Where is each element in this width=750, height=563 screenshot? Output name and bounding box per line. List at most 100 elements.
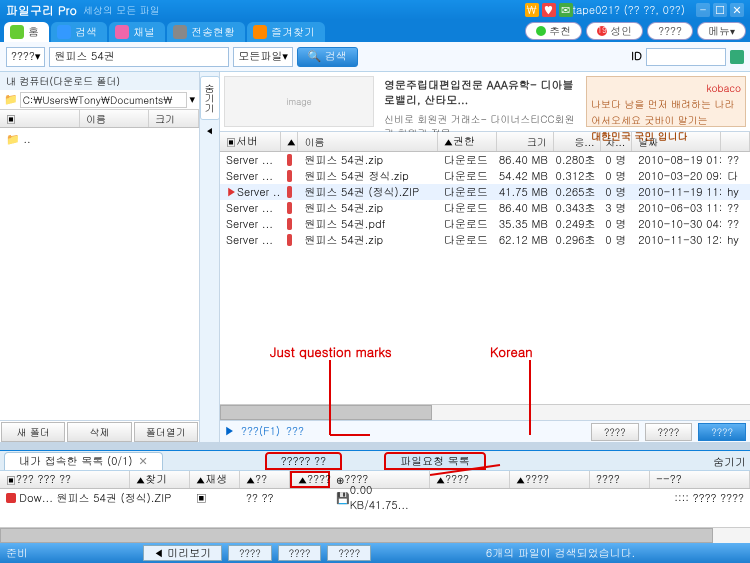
unknown-button[interactable]: ???? bbox=[647, 22, 693, 40]
banner-line1[interactable]: 영문주립대편입전문 AAA유학- 디아블로밸리, 산타모... bbox=[384, 78, 576, 108]
path-input[interactable] bbox=[20, 92, 188, 108]
result-row[interactable]: Server ...원피스 54권.zip다운로드62.12 MB0.296초0… bbox=[220, 232, 750, 248]
tab-connected-list[interactable]: 내가 접속한 목록 (0/1)✕ bbox=[4, 452, 163, 470]
play-icon[interactable]: ▣ bbox=[196, 491, 207, 506]
folder-icon: 📁 bbox=[4, 92, 18, 107]
footer-btn2[interactable]: ???? bbox=[645, 423, 693, 441]
horizontal-splitter[interactable] bbox=[0, 442, 750, 450]
category-select[interactable]: ???? ▾ bbox=[6, 47, 45, 67]
preview-button[interactable]: ◀ 미리보기 bbox=[143, 545, 222, 561]
user-label: tape021? (?? ??, 0??) bbox=[573, 3, 685, 18]
lcol-5[interactable]: ▲ ???? bbox=[430, 471, 510, 488]
status-bar: 준비 ◀ 미리보기 ???? ???? ???? 6개의 파일이 검색되었습니다… bbox=[0, 543, 750, 563]
id-label: ID bbox=[631, 49, 642, 64]
app-subtitle: 세상의 모든 파일 bbox=[83, 3, 160, 17]
id-input[interactable] bbox=[646, 48, 726, 66]
open-folder-button[interactable]: 폴더열기 bbox=[134, 422, 198, 442]
lcol-find[interactable]: ▲ 찾기 bbox=[130, 471, 190, 488]
tab-favorites[interactable]: 즐겨찾기 bbox=[247, 22, 325, 42]
help-icon[interactable]: ▶ bbox=[224, 424, 235, 439]
sidebar-columns: ▣ 이름 크기 bbox=[0, 110, 199, 128]
lower-hide-button[interactable]: 숨기기 bbox=[713, 455, 746, 470]
tab-search[interactable]: 검색 bbox=[51, 22, 107, 42]
footer-btn3[interactable]: ???? bbox=[698, 423, 746, 441]
delete-button[interactable]: 삭제 bbox=[67, 422, 131, 442]
result-row[interactable]: Server ...원피스 54권 정식.zip다운로드54.42 MB0.31… bbox=[220, 168, 750, 184]
tab-channel[interactable]: 채널 bbox=[109, 22, 165, 42]
path-dropdown-icon[interactable]: ▾ bbox=[189, 92, 195, 107]
status-btn2[interactable]: ???? bbox=[228, 545, 272, 561]
hide-sidebar-button[interactable]: 숨기기 bbox=[200, 76, 220, 120]
banner-side-ad[interactable]: kobaco 나보다 남을 먼저 배려하는 나라 어서오세요 굿바이 말기는 대… bbox=[586, 76, 746, 127]
menu-button[interactable]: 메뉴 ▾ bbox=[697, 22, 746, 40]
col-filename[interactable]: 이름 bbox=[298, 132, 437, 151]
transfer-icon bbox=[173, 25, 187, 39]
status-count: 6개의 파일이 검색되었습니다. bbox=[486, 546, 635, 561]
filter-select[interactable]: 모든파일 ▾ bbox=[233, 47, 293, 67]
search-input[interactable] bbox=[49, 47, 229, 67]
result-row[interactable]: Server ...원피스 54권.zip다운로드86.40 MB0.280초0… bbox=[220, 152, 750, 168]
lcol-0[interactable]: ▣ ??? ??? ?? bbox=[0, 471, 130, 488]
lcol-unknown[interactable]: ▲ ???? bbox=[290, 471, 330, 488]
col-name[interactable]: 이름 bbox=[80, 110, 149, 127]
chevron-left-icon[interactable]: ◀ bbox=[206, 126, 214, 137]
results-body[interactable]: Server ...원피스 54권.zip다운로드86.40 MB0.280초0… bbox=[220, 152, 750, 404]
result-row[interactable]: ▶ Server ...원피스 54권 (정식).ZIP다운로드41.75 MB… bbox=[220, 184, 750, 200]
tab-close-icon[interactable]: ✕ bbox=[138, 454, 147, 469]
coin-icon[interactable]: ₩ bbox=[525, 3, 539, 17]
minimize-icon[interactable]: – bbox=[696, 3, 710, 17]
col-icon[interactable]: ▣ bbox=[0, 110, 80, 127]
main-area: 내 컴퓨터(다운로드 폴더) 📁 ▾ ▣ 이름 크기 📁 .. 새 폴더 삭제 … bbox=[0, 72, 750, 442]
maximize-icon[interactable]: ☐ bbox=[713, 3, 727, 17]
main-tabs: 홈 검색 채널 전송현황 즐겨찾기 추천 19성인 ???? 메뉴 ▾ bbox=[0, 20, 750, 42]
col-filesize[interactable]: 크기 bbox=[497, 132, 554, 151]
banner-thumb[interactable]: image bbox=[224, 76, 374, 127]
help-hint2[interactable]: ??? bbox=[286, 424, 304, 439]
transfer-row[interactable]: Dow... 원피스 54권 (정식).ZIP ▣ ?? ?? 💾 0.00 K… bbox=[0, 489, 750, 507]
file-icon bbox=[6, 493, 16, 503]
home-icon bbox=[10, 25, 24, 39]
col-type-icon[interactable]: ▲ bbox=[281, 132, 299, 151]
result-row[interactable]: Server ...원피스 54권.zip다운로드86.40 MB0.343초3… bbox=[220, 200, 750, 216]
folder-list[interactable]: 📁 .. bbox=[0, 128, 199, 420]
channel-icon bbox=[115, 25, 129, 39]
lower-h-scrollbar[interactable] bbox=[0, 527, 750, 543]
ad-banner: image 영문주립대편입전문 AAA유학- 디아블로밸리, 산타모... 신비… bbox=[220, 72, 750, 132]
adult-button[interactable]: 19성인 bbox=[586, 22, 643, 40]
help-hint[interactable]: ???(F1) bbox=[241, 424, 280, 439]
search-button[interactable]: 🔍 검색 bbox=[297, 47, 358, 67]
new-folder-button[interactable]: 새 폴더 bbox=[1, 422, 65, 442]
result-row[interactable]: Server ...원피스 54권.pdf다운로드35.35 MB0.249초0… bbox=[220, 216, 750, 232]
gift-icon[interactable]: ♥ bbox=[542, 3, 556, 17]
recommend-button[interactable]: 추천 bbox=[525, 22, 582, 40]
collapse-strip: 숨기기 ◀ bbox=[200, 72, 220, 442]
lower-tabs: 내가 접속한 목록 (0/1)✕ ????? ?? 파일요청 목록 숨기기 bbox=[0, 451, 750, 471]
results-footer: ▶ ???(F1) ??? ???? ???? ???? bbox=[220, 420, 750, 442]
col-size[interactable]: 크기 bbox=[149, 110, 199, 127]
mail-icon[interactable]: ✉ bbox=[559, 3, 573, 17]
lcol-7[interactable]: ???? bbox=[590, 471, 650, 488]
lower-panel: 내가 접속한 목록 (0/1)✕ ????? ?? 파일요청 목록 숨기기 ▣ … bbox=[0, 450, 750, 543]
tab-home[interactable]: 홈 bbox=[4, 22, 49, 42]
lcol-play[interactable]: ▲ 재생 bbox=[190, 471, 240, 488]
close-icon[interactable]: ✕ bbox=[730, 3, 744, 17]
lcol-8[interactable]: --?? bbox=[650, 471, 750, 488]
id-go-icon[interactable] bbox=[730, 50, 744, 64]
status-btn3[interactable]: ???? bbox=[278, 545, 322, 561]
tab-file-request[interactable]: 파일요청 목록 bbox=[384, 452, 486, 470]
col-permission[interactable]: ▲ 권한 bbox=[438, 132, 497, 151]
status-btn4[interactable]: ???? bbox=[327, 545, 371, 561]
h-scrollbar[interactable] bbox=[220, 404, 750, 420]
lcol-6[interactable]: ▲ ???? bbox=[510, 471, 590, 488]
status-ready: 준비 bbox=[6, 546, 28, 561]
parent-folder-item[interactable]: 📁 .. bbox=[6, 132, 193, 147]
tab-transfer[interactable]: 전송현황 bbox=[167, 22, 245, 42]
lcol-q[interactable]: ▲ ?? bbox=[240, 471, 290, 488]
col-server[interactable]: ▣ 서버 bbox=[220, 132, 281, 151]
titlebar: 파일구리 Pro 세상의 모든 파일 ₩ ♥ ✉ tape021? (?? ??… bbox=[0, 0, 750, 20]
star-icon bbox=[253, 25, 267, 39]
tab-unknown[interactable]: ????? ?? bbox=[265, 452, 342, 470]
footer-btn1[interactable]: ???? bbox=[591, 423, 639, 441]
folder-sidebar: 내 컴퓨터(다운로드 폴더) 📁 ▾ ▣ 이름 크기 📁 .. 새 폴더 삭제 … bbox=[0, 72, 200, 442]
search-icon bbox=[57, 25, 71, 39]
